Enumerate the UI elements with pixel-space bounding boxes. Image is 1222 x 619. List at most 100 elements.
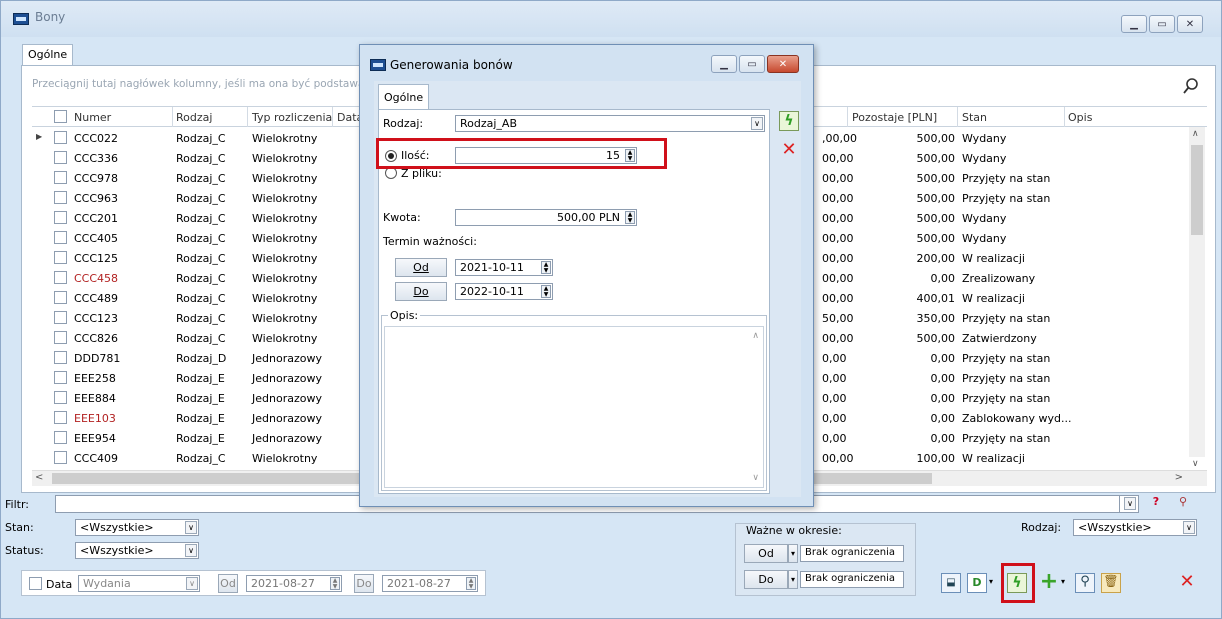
kwota-input[interactable]: 500,00 PLN ▲ ▼ (455, 209, 637, 226)
document-icon[interactable]: D (967, 573, 987, 593)
window-titlebar: Bony ▁ ▭ ✕ (1, 1, 1221, 37)
filtr-dropdown[interactable]: ∨ (1119, 495, 1139, 513)
maximize-button[interactable]: ▭ (1149, 15, 1175, 33)
row-checkbox[interactable] (54, 211, 67, 224)
generate-dialog: Generowania bonów ▁ ▭ ✕ Ogólne Rodzaj: R… (359, 44, 814, 507)
cell-rodzaj: Rodzaj_C (176, 132, 226, 145)
date-filter-group: Data Wydania ∨ Od 2021-08-27 ▲ ▼ Do 2021-08… (21, 570, 486, 596)
wazne-od-button[interactable]: Od (744, 544, 788, 563)
row-checkbox[interactable] (54, 171, 67, 184)
add-dropdown-icon[interactable]: ▾ (1059, 577, 1067, 591)
row-checkbox[interactable] (54, 351, 67, 364)
cell-numer: CCC826 (74, 332, 119, 345)
col-pozostaje[interactable]: Pozostaje [PLN] (852, 111, 937, 124)
app-icon (13, 13, 29, 25)
dialog-minimize-button[interactable]: ▁ (711, 55, 737, 73)
date-od-button[interactable]: Od (218, 574, 238, 593)
col-numer[interactable]: Numer (74, 111, 111, 124)
select-all-checkbox[interactable] (54, 110, 67, 123)
cell-typ: Jednorazowy (252, 352, 322, 365)
termin-do-field[interactable]: 2022-10-11 ▲ ▼ (455, 283, 553, 300)
row-checkbox[interactable] (54, 411, 67, 424)
cell-stan: Zatwierdzony (962, 332, 1037, 345)
stan-select[interactable]: <Wszystkie> ∨ (75, 519, 199, 536)
cell-pozostaje: 350,00 (916, 312, 956, 325)
dialog-maximize-button[interactable]: ▭ (739, 55, 765, 73)
vertical-scrollbar[interactable]: ∧ ∨ (1189, 127, 1205, 469)
close-x-icon[interactable]: ✕ (1177, 573, 1197, 593)
document-dropdown-icon[interactable]: ▾ (987, 577, 995, 591)
col-typ-rozliczenia[interactable]: Typ rozliczenia (252, 111, 332, 124)
dialog-generate-icon[interactable]: ϟ (779, 111, 799, 131)
filter-search-icon[interactable]: ⚲ (1173, 495, 1193, 515)
search-icon[interactable] (1183, 78, 1199, 94)
date-do-button[interactable]: Do (354, 574, 374, 593)
data-type-select[interactable]: Wydania ∨ (78, 575, 200, 592)
cell-typ: Wielokrotny (252, 132, 318, 145)
row-checkbox[interactable] (54, 191, 67, 204)
cell-numer: CCC405 (74, 232, 119, 245)
wazne-do-dropdown[interactable]: ▾ (788, 570, 798, 589)
cell-pozostaje: 500,00 (916, 192, 956, 205)
cell-numer: CCC963 (74, 192, 119, 205)
cell-stan: Przyjęty na stan (962, 432, 1051, 445)
col-stan[interactable]: Stan (962, 111, 987, 124)
cell-stan: Wydany (962, 152, 1007, 165)
dialog-title: Generowania bonów (390, 58, 513, 72)
rodzaj-select[interactable]: <Wszystkie> ∨ (1073, 519, 1197, 536)
cell-kwota: 00,00 (822, 212, 854, 225)
cell-stan: Przyjęty na stan (962, 172, 1051, 185)
dialog-app-icon (370, 59, 386, 71)
cell-rodzaj: Rodzaj_D (176, 352, 227, 365)
data-checkbox[interactable] (29, 577, 42, 590)
add-icon[interactable]: + (1039, 571, 1059, 593)
row-checkbox[interactable] (54, 151, 67, 164)
cell-pozostaje: 500,00 (916, 172, 956, 185)
row-checkbox[interactable] (54, 231, 67, 244)
cell-numer: CCC336 (74, 152, 119, 165)
termin-od-button[interactable]: Od (395, 258, 447, 277)
dialog-tab-ogolne[interactable]: Ogólne (378, 84, 430, 110)
preview-icon[interactable]: ⚲ (1075, 573, 1095, 593)
row-checkbox[interactable] (54, 391, 67, 404)
delete-icon[interactable]: 🗑 (1101, 573, 1121, 593)
status-select[interactable]: <Wszystkie> ∨ (75, 542, 199, 559)
dialog-close-button[interactable]: ✕ (767, 55, 799, 73)
row-checkbox[interactable] (54, 371, 67, 384)
row-checkbox[interactable] (54, 311, 67, 324)
date-do-value: 2021-08-27 (387, 577, 451, 590)
help-filter-icon[interactable]: ? (1146, 495, 1166, 515)
dialog-rodzaj-select[interactable]: Rodzaj_AB ∨ (455, 115, 765, 132)
row-checkbox[interactable] (54, 251, 67, 264)
cell-typ: Jednorazowy (252, 372, 322, 385)
termin-do-button[interactable]: Do (395, 282, 447, 301)
import-icon[interactable]: ⬓ (941, 573, 961, 593)
cell-kwota: ,00,00 (822, 132, 857, 145)
termin-od-field[interactable]: 2021-10-11 ▲ ▼ (455, 259, 553, 276)
wazne-do-button[interactable]: Do (744, 570, 788, 589)
date-do-field[interactable]: 2021-08-27 ▲ ▼ (382, 575, 478, 592)
close-button[interactable]: ✕ (1177, 15, 1203, 33)
wazne-do-field[interactable]: Brak ograniczenia (800, 571, 904, 588)
cell-pozostaje: 200,00 (916, 252, 956, 265)
minimize-button[interactable]: ▁ (1121, 15, 1147, 33)
row-checkbox[interactable] (54, 271, 67, 284)
col-opis[interactable]: Opis (1068, 111, 1092, 124)
row-checkbox[interactable] (54, 131, 67, 144)
row-checkbox[interactable] (54, 451, 67, 464)
cell-stan: Przyjęty na stan (962, 192, 1051, 205)
cell-typ: Jednorazowy (252, 432, 322, 445)
col-rodzaj[interactable]: Rodzaj (176, 111, 212, 124)
date-od-field[interactable]: 2021-08-27 ▲ ▼ (246, 575, 342, 592)
row-checkbox[interactable] (54, 291, 67, 304)
wazne-od-field[interactable]: Brak ograniczenia (800, 545, 904, 562)
opis-textarea[interactable]: ∧ ∨ (384, 326, 764, 488)
row-checkbox[interactable] (54, 331, 67, 344)
cell-rodzaj: Rodzaj_E (176, 372, 225, 385)
row-checkbox[interactable] (54, 431, 67, 444)
dialog-cancel-icon[interactable]: ✕ (779, 141, 799, 161)
tab-ogolne[interactable]: Ogólne (22, 44, 74, 66)
date-od-value: 2021-08-27 (251, 577, 315, 590)
cell-pozostaje: 0,00 (930, 372, 956, 385)
wazne-od-dropdown[interactable]: ▾ (788, 544, 798, 563)
